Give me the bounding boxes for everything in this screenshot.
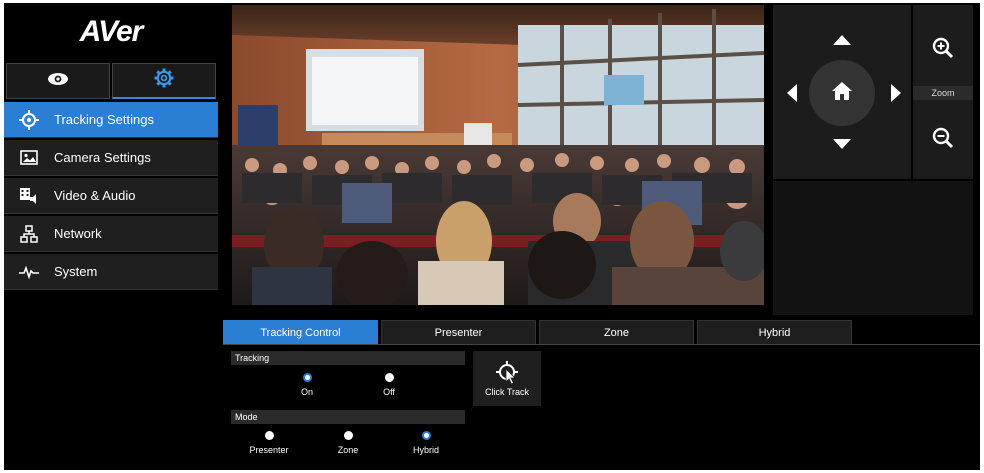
zoom-in-button[interactable] xyxy=(931,36,955,60)
mode-hybrid-radio[interactable] xyxy=(421,431,431,440)
option-label: On xyxy=(300,387,313,397)
tracking-off-option[interactable]: Off xyxy=(359,373,419,397)
view-mode-tabs xyxy=(4,63,218,99)
tracking-tabs: Tracking Control Presenter Zone Hybrid xyxy=(223,320,980,345)
mode-zone-option[interactable]: Zone xyxy=(318,431,378,455)
click-track-label: Click Track xyxy=(484,387,529,397)
mode-zone-radio[interactable] xyxy=(343,431,353,440)
aver-logo: AVer xyxy=(79,15,144,48)
zoom-out-button[interactable] xyxy=(931,126,955,150)
pan-right-button[interactable] xyxy=(891,84,901,102)
video-audio-icon xyxy=(18,186,40,206)
sidebar-item-video-audio[interactable]: Video & Audio xyxy=(4,178,218,214)
sidebar-item-system[interactable]: System xyxy=(4,254,218,290)
ptz-control-pad xyxy=(773,5,911,179)
lecture-hall-image xyxy=(232,5,764,305)
sidebar-nav: Tracking Settings Camera Settings Video … xyxy=(4,102,218,292)
tracking-section-title: Tracking xyxy=(231,351,465,365)
zoom-in-icon xyxy=(931,37,955,64)
gear-icon xyxy=(154,68,174,93)
camera-preview[interactable] xyxy=(232,5,764,305)
home-icon xyxy=(831,81,853,106)
option-label: Hybrid xyxy=(412,445,439,455)
tracking-on-option[interactable]: On xyxy=(277,373,337,397)
sidebar: AVer Tracking Settings Camera Settings V… xyxy=(4,3,218,470)
zoom-out-icon xyxy=(931,127,955,154)
sidebar-item-label: System xyxy=(54,264,98,279)
zoom-control: Zoom xyxy=(913,5,973,179)
tab-zone[interactable]: Zone xyxy=(539,320,694,345)
mode-presenter-radio[interactable] xyxy=(264,431,274,440)
preview-tab[interactable] xyxy=(6,63,110,99)
tab-tracking-control[interactable]: Tracking Control xyxy=(223,320,378,345)
home-button[interactable] xyxy=(809,60,875,126)
sidebar-item-label: Network xyxy=(54,226,102,241)
settings-tab[interactable] xyxy=(112,63,216,99)
network-icon xyxy=(18,224,40,244)
tab-divider xyxy=(223,344,980,345)
pan-up-button[interactable] xyxy=(833,35,851,45)
option-label: Presenter xyxy=(249,445,289,455)
sidebar-item-network[interactable]: Network xyxy=(4,216,218,252)
eye-icon xyxy=(47,72,69,91)
crosshair-icon xyxy=(18,109,40,130)
click-track-icon xyxy=(473,351,541,387)
tab-presenter[interactable]: Presenter xyxy=(381,320,536,345)
sidebar-item-camera-settings[interactable]: Camera Settings xyxy=(4,140,218,176)
pan-left-button[interactable] xyxy=(787,84,797,102)
mode-presenter-option[interactable]: Presenter xyxy=(239,431,299,455)
ptz-lower-area xyxy=(773,181,973,315)
mode-section-title: Mode xyxy=(231,410,465,424)
zoom-label: Zoom xyxy=(913,86,973,100)
sidebar-item-label: Camera Settings xyxy=(54,150,151,165)
pulse-icon xyxy=(18,262,40,282)
app-window: AVer Tracking Settings Camera Settings V… xyxy=(4,3,980,470)
sidebar-item-label: Tracking Settings xyxy=(54,112,154,127)
tracking-on-radio[interactable] xyxy=(302,373,312,382)
option-label: Zone xyxy=(337,445,359,455)
sidebar-item-label: Video & Audio xyxy=(54,188,136,203)
image-icon xyxy=(18,148,40,168)
mode-hybrid-option[interactable]: Hybrid xyxy=(396,431,456,455)
click-track-button[interactable]: Click Track xyxy=(473,351,541,406)
tab-hybrid[interactable]: Hybrid xyxy=(697,320,852,345)
tracking-off-radio[interactable] xyxy=(384,373,394,382)
option-label: Off xyxy=(383,387,395,397)
pan-down-button[interactable] xyxy=(833,139,851,149)
sidebar-item-tracking-settings[interactable]: Tracking Settings xyxy=(4,102,218,138)
